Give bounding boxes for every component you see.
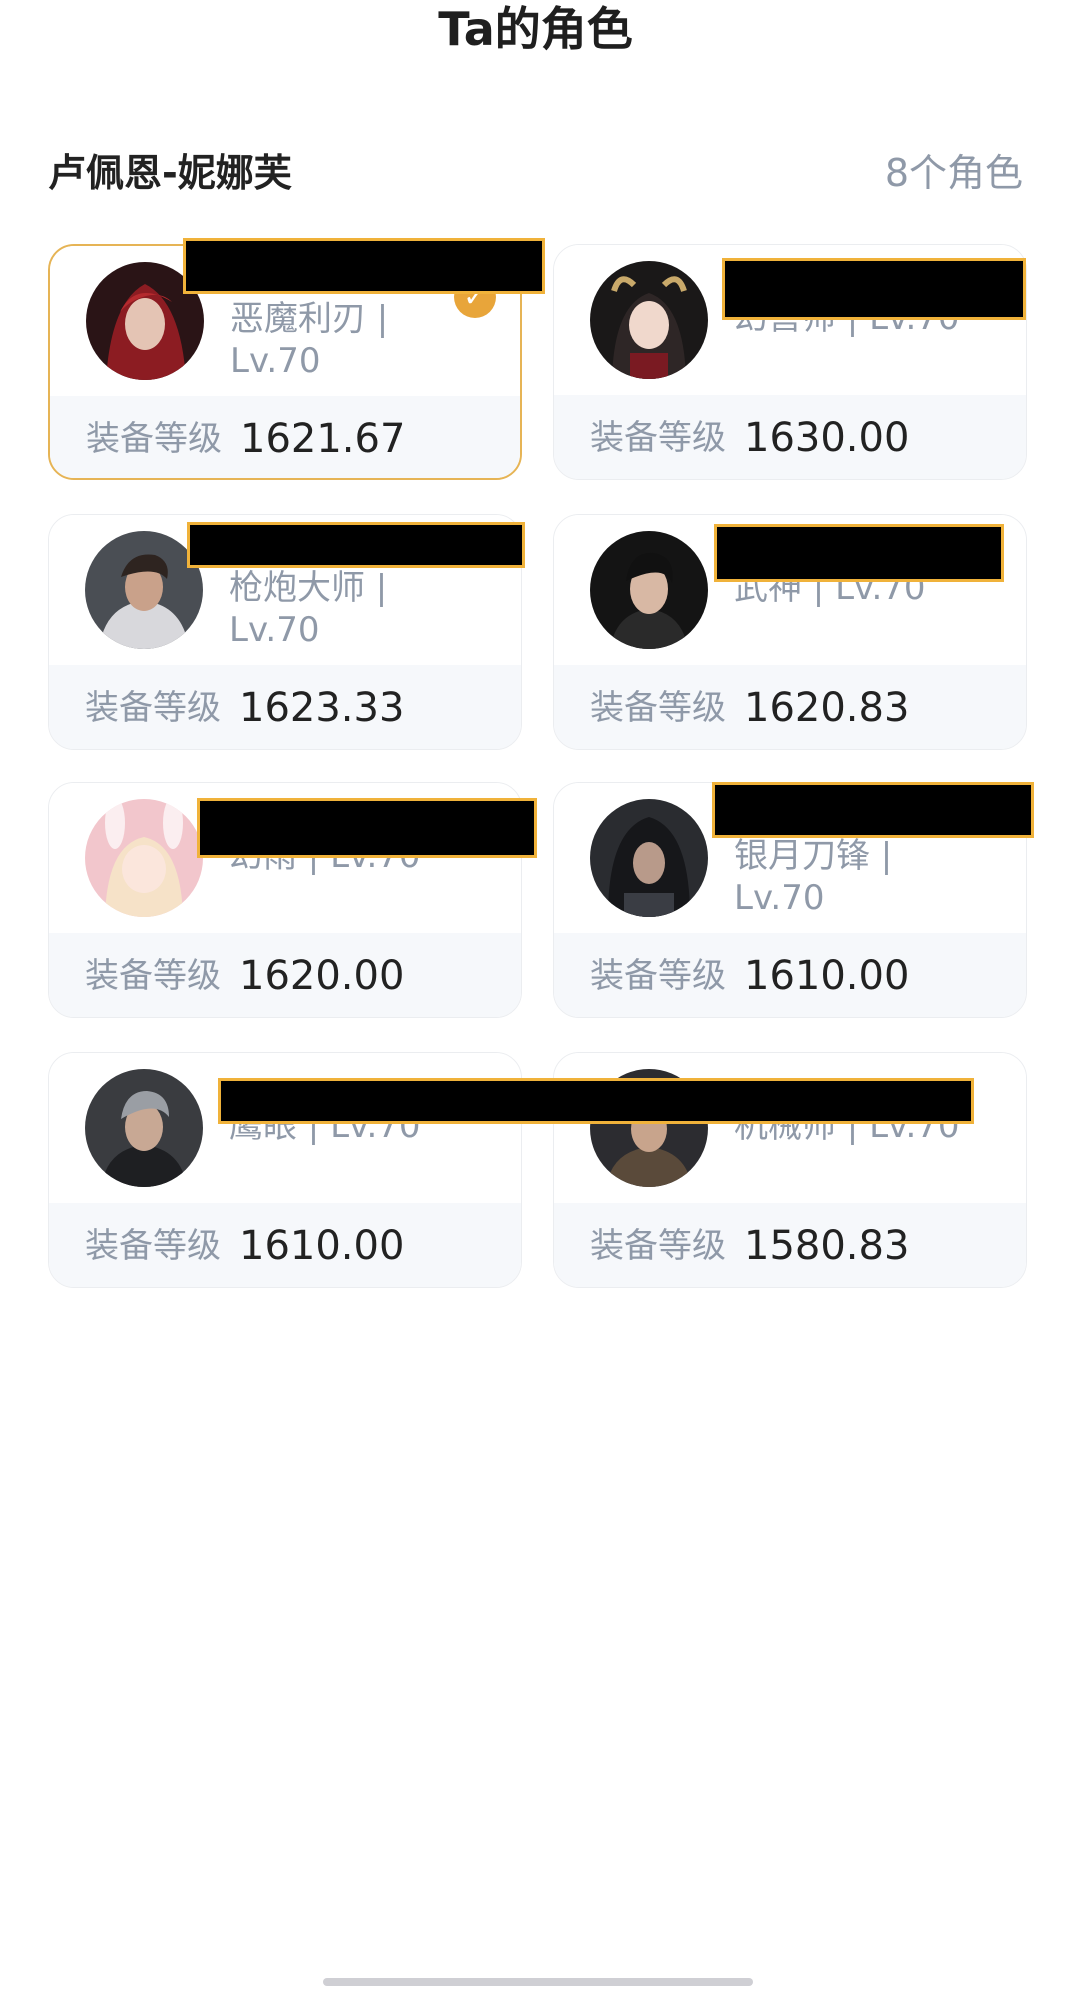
redaction-box [218,1078,974,1124]
redaction-box [712,782,1034,838]
grey-hair-male-avatar [85,1069,203,1187]
page-title: Ta的角色 [438,2,633,56]
gear-level-value: 1610.00 [744,953,910,999]
redaction-box [714,524,1004,582]
gear-level-label: 装备等级 [85,688,221,728]
role-count: 8个角色 [884,151,1023,195]
home-indicator[interactable] [323,1978,753,1986]
role-class-level: 枪炮大师 | Lv.70 [229,568,388,650]
gear-level-label: 装备等级 [590,418,726,458]
hooded-avatar [590,799,708,917]
redaction-box [197,798,537,858]
gear-level-label: 装备等级 [86,419,222,459]
gear-level-value: 1610.00 [239,1223,405,1269]
gear-level-value: 1580.83 [744,1223,910,1269]
gear-level-value: 1623.33 [239,685,405,731]
redaction-box [187,522,525,568]
gear-level-label: 装备等级 [590,688,726,728]
horned-girl-avatar [590,261,708,379]
redaction-box [722,258,1026,320]
redaction-box [183,238,545,294]
gear-level-value: 1630.00 [744,415,910,461]
dark-hair-male-avatar [590,531,708,649]
gear-level-label: 装备等级 [85,1226,221,1266]
gunner-male-avatar [85,531,203,649]
gear-level-label: 装备等级 [590,956,726,996]
bunny-girl-avatar [85,799,203,917]
gear-level-value: 1620.00 [239,953,405,999]
server-row: 卢佩恩-妮娜芙 8个角色 [48,148,1023,198]
gear-level-label: 装备等级 [85,956,221,996]
gear-level-value: 1620.83 [744,685,910,731]
gear-level-value: 1621.67 [240,416,406,462]
server-name: 卢佩恩-妮娜芙 [48,151,292,195]
role-class-level: 银月刀锋 | Lv.70 [734,836,893,918]
role-class-level: 恶魔利刃 | Lv.70 [230,299,389,381]
gear-level-label: 装备等级 [590,1226,726,1266]
